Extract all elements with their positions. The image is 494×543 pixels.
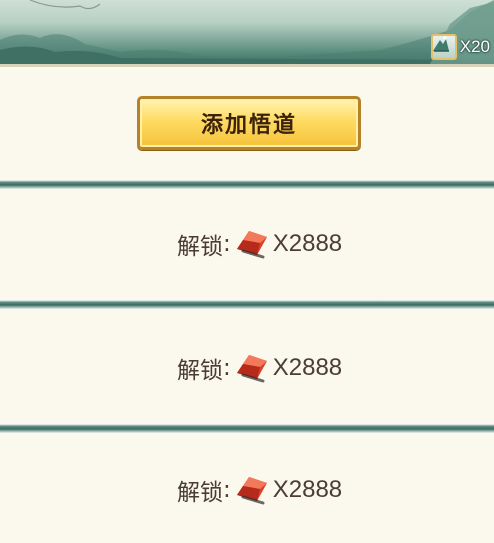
unlock-colon: :: [223, 231, 231, 257]
locked-slot-1: 解锁: X2888: [0, 189, 494, 299]
unlock-label: 解锁: [177, 358, 223, 384]
unlock-cost: X2888: [272, 354, 343, 381]
unlock-label: 解锁: [177, 234, 223, 260]
slot-divider: [0, 300, 494, 309]
unlock-button-1[interactable]: 解锁: X2888: [177, 227, 342, 261]
red-gem-icon: [236, 231, 267, 259]
locked-slot-2: 解锁: X2888: [0, 309, 494, 419]
unlock-button-3[interactable]: 解锁: X2888: [177, 473, 342, 507]
add-insight-button[interactable]: 添加悟道: [137, 96, 361, 150]
red-gem-icon: [236, 477, 267, 505]
slot-divider: [0, 180, 494, 189]
slot-divider: [0, 424, 494, 433]
scroll-icon[interactable]: [430, 34, 457, 60]
unlock-colon: :: [223, 477, 231, 503]
reward-display: X20: [430, 34, 490, 60]
locked-slot-3: 解锁: X2888: [0, 433, 494, 543]
banner-divider: [0, 64, 494, 67]
unlock-cost: X2888: [272, 476, 343, 503]
unlock-label: 解锁: [177, 480, 223, 506]
unlock-colon: :: [223, 355, 231, 381]
reward-quantity: X20: [459, 37, 490, 56]
add-insight-label: 添加悟道: [200, 113, 297, 138]
unlock-button-2[interactable]: 解锁: X2888: [177, 351, 342, 385]
landscape-art: [0, 0, 494, 64]
unlock-cost: X2888: [272, 230, 343, 257]
red-gem-icon: [236, 355, 267, 383]
header-banner: X20: [0, 0, 494, 64]
